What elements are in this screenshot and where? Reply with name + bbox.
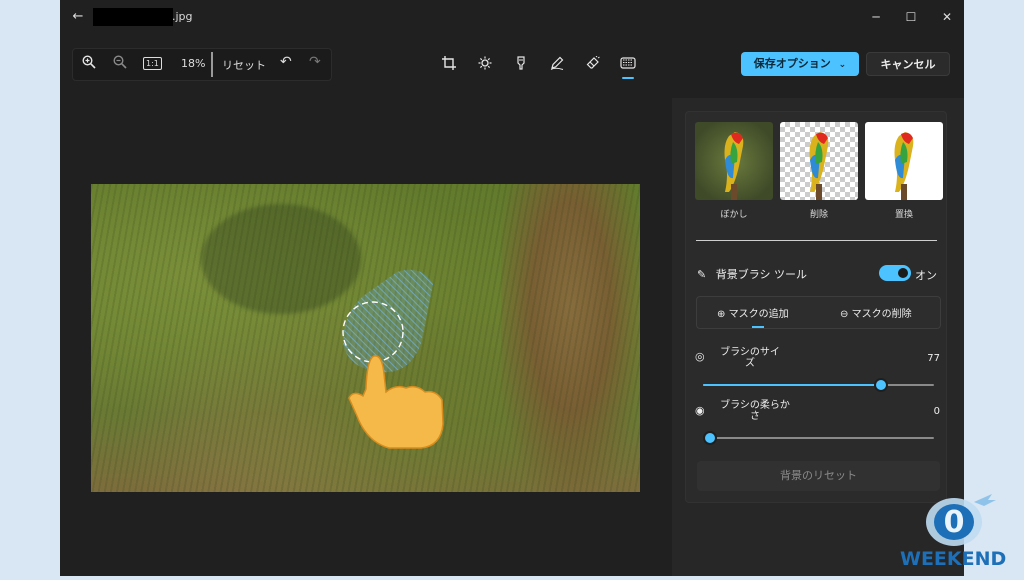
- plus-circle-icon: ⊕: [717, 309, 726, 320]
- brush-softness-slider-thumb[interactable]: [703, 431, 717, 445]
- file-name-suffix: .jpg: [172, 10, 193, 23]
- watermark-text: WEEKEND: [900, 548, 1007, 570]
- brush-size-label: ブラシのサイ ズ: [715, 347, 785, 369]
- cancel-button[interactable]: キャンセル: [866, 52, 950, 76]
- replace-option-thumbnail[interactable]: [865, 122, 943, 200]
- brush-size-slider-fill: [703, 384, 881, 386]
- remove-mask-label: マスクの削除: [851, 309, 912, 320]
- save-options-button[interactable]: 保存オプション ⌄: [741, 52, 859, 76]
- blur-option-label: ぼかし: [720, 210, 748, 220]
- crop-icon[interactable]: [440, 56, 458, 72]
- redacted-file-name: [93, 8, 173, 26]
- brush-softness-label-line1: ブラシの柔らか: [720, 400, 790, 411]
- brightness-icon[interactable]: [476, 56, 494, 72]
- background-brush-tool-label: 背景ブラシ ツール: [715, 268, 807, 281]
- brush-size-slider-thumb[interactable]: [873, 378, 888, 392]
- brush-size-label-line1: ブラシのサイ: [720, 347, 780, 358]
- zoom-out-icon[interactable]: [113, 55, 127, 72]
- zoom-toolbar: 1:1 18% リセット ↶ ↷: [72, 48, 332, 81]
- brush-softness-label-line2: さ: [750, 411, 760, 422]
- toolbar-separator: [211, 52, 213, 77]
- brush-size-value: 77: [927, 353, 940, 364]
- zoom-in-icon[interactable]: [82, 55, 96, 72]
- add-mask-button[interactable]: ⊕ マスクの追加: [717, 305, 789, 320]
- brush-tool-toggle[interactable]: [879, 265, 911, 281]
- zoom-level: 18%: [181, 57, 206, 70]
- replace-option-label: 置換: [894, 210, 913, 220]
- undo-icon[interactable]: ↶: [280, 54, 292, 70]
- actual-size-button[interactable]: 1:1: [143, 57, 162, 70]
- brush-softness-icon: ◉: [695, 404, 705, 417]
- mask-mode-selector: ⊕ マスクの追加 ⊖ マスクの削除: [696, 296, 941, 329]
- toggle-knob: [898, 268, 908, 278]
- reset-background-button[interactable]: 背景のリセット: [697, 461, 940, 491]
- weekend-watermark-logo: 0 WEEKEND: [896, 488, 1024, 576]
- remove-option-thumbnail[interactable]: [780, 122, 858, 200]
- minimize-button[interactable]: ─: [866, 8, 886, 26]
- remove-option-label: 削除: [809, 210, 828, 220]
- add-mask-active-indicator: [752, 326, 764, 328]
- brush-size-icon: ◎: [695, 350, 705, 363]
- svg-text:0: 0: [944, 505, 965, 540]
- active-tool-indicator: [622, 77, 634, 79]
- brush-softness-value: 0: [933, 406, 940, 417]
- background-tool-icon[interactable]: [619, 56, 637, 72]
- markup-pen-icon[interactable]: [548, 56, 566, 72]
- photos-app-window: ← .jpg ─ ☐ ✕ 1:1 18% リセット ↶ ↷ 保存オプション ⌄ …: [60, 0, 964, 576]
- parrot-icon: [809, 132, 829, 200]
- filter-icon[interactable]: [512, 56, 530, 72]
- redo-icon[interactable]: ↷: [309, 54, 321, 70]
- panel-divider: [696, 240, 937, 241]
- blur-option-thumbnail[interactable]: [695, 122, 773, 200]
- parrot-icon: [724, 132, 744, 200]
- background-brush-tool-row: ✎ 背景ブラシ ツール: [697, 266, 807, 282]
- brush-size-label-line2: ズ: [745, 358, 755, 369]
- eraser-icon[interactable]: [584, 55, 602, 72]
- remove-mask-button[interactable]: ⊖ マスクの削除: [840, 305, 912, 320]
- parrot-icon: [894, 132, 914, 200]
- title-bar: ← .jpg ─ ☐ ✕: [60, 0, 964, 34]
- maximize-button[interactable]: ☐: [901, 8, 921, 26]
- brush-softness-label: ブラシの柔らか さ: [715, 400, 795, 422]
- brush-icon: ✎: [697, 268, 707, 281]
- add-mask-label: マスクの追加: [728, 309, 789, 320]
- image-canvas[interactable]: [91, 184, 640, 492]
- close-button[interactable]: ✕: [937, 8, 957, 26]
- brush-size-slider[interactable]: [703, 378, 934, 392]
- reset-button[interactable]: リセット: [222, 57, 266, 73]
- brush-softness-slider[interactable]: [703, 431, 934, 445]
- back-arrow-icon[interactable]: ←: [70, 9, 86, 24]
- brush-tool-state: オン: [915, 269, 937, 282]
- mask-overlay: [342, 269, 444, 449]
- chevron-down-icon: ⌄: [838, 60, 847, 70]
- minus-circle-icon: ⊖: [840, 309, 849, 320]
- save-options-label: 保存オプション: [753, 57, 831, 70]
